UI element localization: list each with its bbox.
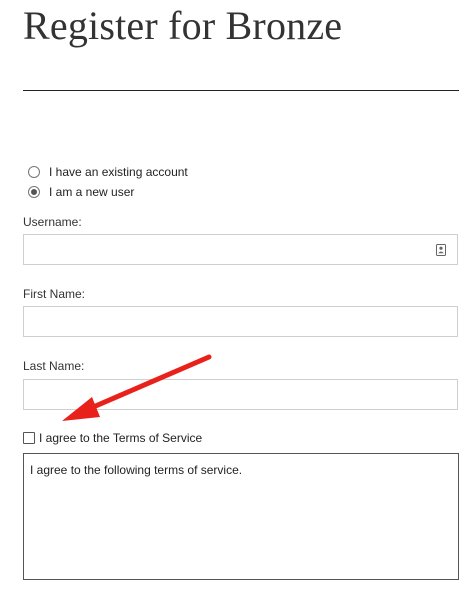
terms-of-service-textarea[interactable]: I agree to the following terms of servic… xyxy=(23,453,459,580)
terms-agree-label: I agree to the Terms of Service xyxy=(39,431,203,445)
new-user-radio-circle[interactable] xyxy=(28,186,40,198)
new-user-radio[interactable]: I am a new user xyxy=(28,185,134,199)
terms-agree-checkbox-row[interactable]: I agree to the Terms of Service xyxy=(23,431,202,445)
new-user-radio-label: I am a new user xyxy=(49,185,135,199)
last-name-input[interactable] xyxy=(23,379,458,410)
contact-card-icon[interactable] xyxy=(436,244,446,256)
terms-of-service-text: I agree to the following terms of servic… xyxy=(30,463,243,477)
page-title: Register for Bronze xyxy=(23,3,343,48)
username-input[interactable] xyxy=(23,234,458,265)
existing-account-radio-circle[interactable] xyxy=(28,166,40,178)
existing-account-radio-label: I have an existing account xyxy=(49,165,188,179)
title-divider xyxy=(23,90,459,91)
username-label: Username: xyxy=(23,215,82,229)
first-name-label: First Name: xyxy=(23,287,86,301)
first-name-input[interactable] xyxy=(23,306,458,337)
last-name-label: Last Name: xyxy=(23,359,85,373)
terms-agree-checkbox[interactable] xyxy=(23,432,35,444)
existing-account-radio[interactable]: I have an existing account xyxy=(28,165,188,179)
